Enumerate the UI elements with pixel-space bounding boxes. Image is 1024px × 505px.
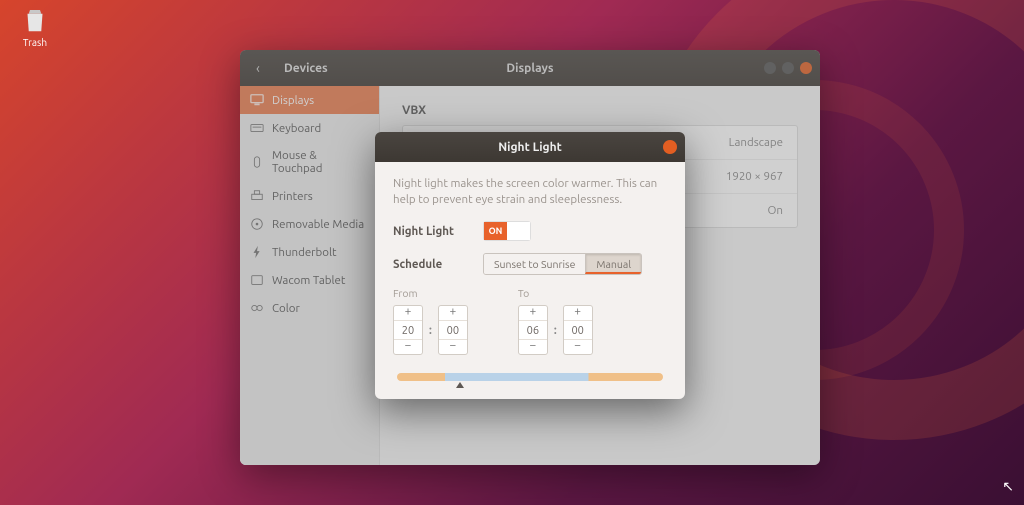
- sidebar-item-label: Thunderbolt: [272, 246, 337, 259]
- sidebar-item-label: Removable Media: [272, 218, 364, 231]
- plus-button[interactable]: +: [564, 306, 592, 320]
- trash-desktop-icon[interactable]: Trash: [20, 5, 50, 48]
- toggle-state: ON: [484, 222, 507, 240]
- plus-button[interactable]: +: [439, 306, 467, 320]
- sidebar-item-label: Color: [272, 302, 300, 315]
- row-value: 1920 × 967: [726, 170, 783, 183]
- sidebar-item-label: Mouse & Touchpad: [272, 149, 369, 175]
- sidebar-item-removable-media[interactable]: Removable Media: [240, 210, 379, 238]
- minus-button[interactable]: −: [394, 340, 422, 354]
- minus-button[interactable]: −: [439, 340, 467, 354]
- row-value: Landscape: [729, 136, 783, 149]
- sidebar-item-mouse[interactable]: Mouse & Touchpad: [240, 142, 379, 182]
- close-button[interactable]: [800, 62, 812, 74]
- night-light-toggle[interactable]: ON: [483, 221, 531, 241]
- to-hours-value: 06: [519, 320, 547, 340]
- sidebar-item-label: Printers: [272, 190, 313, 203]
- to-time-group: To + 06 − : + 00 −: [518, 287, 593, 355]
- titlebar: ‹ Devices Displays: [240, 50, 820, 86]
- modal-title: Night Light: [498, 141, 562, 154]
- from-time-group: From + 20 − : + 00 −: [393, 287, 468, 355]
- timeline-marker-icon: [456, 382, 464, 388]
- from-hours-spinbox[interactable]: + 20 −: [393, 305, 423, 355]
- color-icon: [250, 301, 264, 315]
- modal-description: Night light makes the screen color warme…: [393, 176, 667, 207]
- modal-close-button[interactable]: [663, 140, 677, 154]
- printer-icon: [250, 189, 264, 203]
- back-button[interactable]: ‹: [240, 60, 276, 76]
- sidebar-item-printers[interactable]: Printers: [240, 182, 379, 210]
- to-hours-spinbox[interactable]: + 06 −: [518, 305, 548, 355]
- plus-button[interactable]: +: [519, 306, 547, 320]
- night-light-modal: Night Light Night light makes the screen…: [375, 132, 685, 399]
- from-minutes-spinbox[interactable]: + 00 −: [438, 305, 468, 355]
- toggle-knob: [507, 222, 530, 240]
- from-label: From: [393, 287, 468, 299]
- from-minutes-value: 00: [439, 320, 467, 340]
- mouse-icon: [250, 155, 264, 169]
- schedule-option-sunset[interactable]: Sunset to Sunrise: [484, 254, 585, 274]
- trash-label: Trash: [23, 37, 47, 48]
- window-title: Displays: [506, 62, 553, 75]
- tablet-icon: [250, 273, 264, 287]
- sidebar: Displays Keyboard Mouse & Touchpad Print…: [240, 86, 380, 465]
- time-colon: :: [554, 324, 557, 337]
- keyboard-icon: [250, 121, 264, 135]
- minimize-button[interactable]: [764, 62, 776, 74]
- sidebar-item-thunderbolt[interactable]: Thunderbolt: [240, 238, 379, 266]
- row-value: On: [768, 204, 784, 217]
- from-hours-value: 20: [394, 320, 422, 340]
- titlebar-section: Devices: [284, 62, 328, 75]
- bolt-icon: [250, 245, 264, 259]
- schedule-segmented-control: Sunset to Sunrise Manual: [483, 253, 642, 275]
- plus-button[interactable]: +: [394, 306, 422, 320]
- minus-button[interactable]: −: [519, 340, 547, 354]
- to-minutes-value: 00: [564, 320, 592, 340]
- sidebar-item-label: Wacom Tablet: [272, 274, 345, 287]
- time-colon: :: [429, 324, 432, 337]
- modal-titlebar: Night Light: [375, 132, 685, 162]
- to-minutes-spinbox[interactable]: + 00 −: [563, 305, 593, 355]
- sidebar-item-wacom[interactable]: Wacom Tablet: [240, 266, 379, 294]
- sidebar-item-keyboard[interactable]: Keyboard: [240, 114, 379, 142]
- night-light-toggle-label: Night Light: [393, 225, 483, 238]
- cursor-icon: ↖: [1002, 478, 1014, 495]
- trash-icon: [20, 5, 50, 35]
- sidebar-item-label: Displays: [272, 94, 314, 107]
- schedule-timeline[interactable]: [397, 373, 663, 381]
- schedule-label: Schedule: [393, 258, 483, 271]
- schedule-option-manual[interactable]: Manual: [585, 254, 641, 274]
- sidebar-item-label: Keyboard: [272, 122, 321, 135]
- display-icon: [250, 93, 264, 107]
- display-name: VBX: [402, 104, 798, 117]
- sidebar-item-color[interactable]: Color: [240, 294, 379, 322]
- to-label: To: [518, 287, 593, 299]
- minus-button[interactable]: −: [564, 340, 592, 354]
- media-icon: [250, 217, 264, 231]
- sidebar-item-displays[interactable]: Displays: [240, 86, 379, 114]
- maximize-button[interactable]: [782, 62, 794, 74]
